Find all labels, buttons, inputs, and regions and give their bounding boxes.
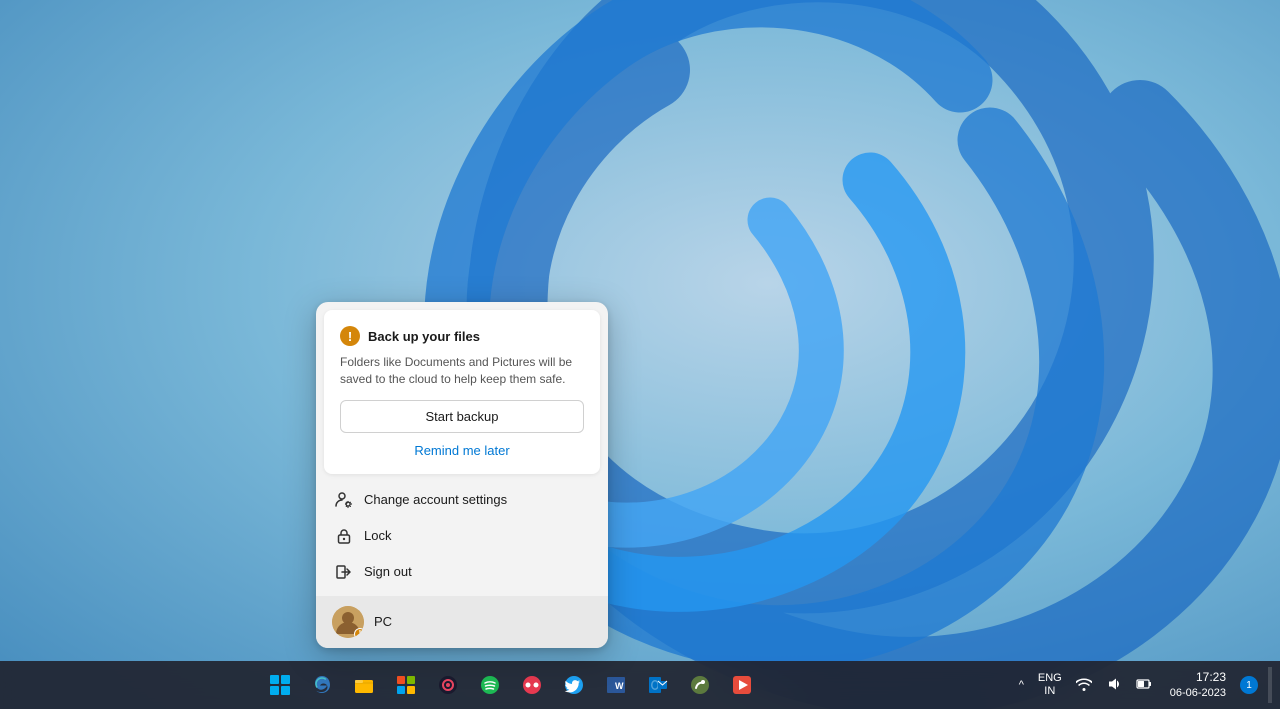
spotify-button[interactable] [470, 665, 510, 705]
change-account-settings-item[interactable]: Change account settings [324, 482, 600, 518]
show-desktop-button[interactable] [1268, 667, 1272, 703]
battery-icon[interactable] [1132, 674, 1156, 697]
lock-item[interactable]: Lock [324, 518, 600, 554]
user-avatar: ! [332, 606, 364, 638]
notification-badge[interactable]: 1 [1240, 676, 1258, 694]
taskbar: W [0, 661, 1280, 709]
taskbar-icons: W [8, 665, 1015, 705]
twitter-button[interactable] [554, 665, 594, 705]
user-popup: ! Back up your files Folders like Docume… [316, 302, 608, 648]
sign-out-item[interactable]: Sign out [324, 554, 600, 590]
desktop-swirl [0, 0, 1280, 709]
system-tray: ^ ENG IN [1015, 667, 1272, 703]
avatar-warning-badge: ! [354, 628, 364, 638]
store-button[interactable] [386, 665, 426, 705]
date-display: 06-06-2023 [1170, 686, 1226, 701]
change-account-settings-label: Change account settings [364, 492, 507, 507]
warning-icon: ! [340, 326, 360, 346]
backup-notice: ! Back up your files Folders like Docume… [324, 310, 600, 474]
remind-later-button[interactable]: Remind me later [340, 439, 584, 462]
start-backup-button[interactable]: Start backup [340, 400, 584, 433]
language-region: IN [1038, 685, 1062, 698]
backup-header: ! Back up your files [340, 326, 584, 346]
svg-text:W: W [615, 681, 624, 691]
edge-button[interactable] [302, 665, 342, 705]
user-name: PC [374, 614, 392, 629]
language-code: ENG [1038, 672, 1062, 685]
clock[interactable]: 17:23 06-06-2023 [1162, 669, 1234, 701]
sign-out-icon [334, 562, 354, 582]
language-indicator[interactable]: ENG IN [1034, 672, 1066, 698]
app5-button[interactable] [428, 665, 468, 705]
desktop: ! Back up your files Folders like Docume… [0, 0, 1280, 709]
lock-label: Lock [364, 528, 391, 543]
app12-button[interactable] [722, 665, 762, 705]
file-explorer-button[interactable] [344, 665, 384, 705]
backup-description: Folders like Documents and Pictures will… [340, 354, 584, 388]
time-display: 17:23 [1170, 669, 1226, 686]
outlook-button[interactable] [638, 665, 678, 705]
sign-out-label: Sign out [364, 564, 412, 579]
menu-section: Change account settings Lock [316, 478, 608, 594]
word-button[interactable]: W [596, 665, 636, 705]
volume-icon[interactable] [1102, 674, 1126, 697]
backup-title: Back up your files [368, 329, 480, 344]
tray-chevron-button[interactable]: ^ [1015, 675, 1028, 695]
person-gear-icon [334, 490, 354, 510]
app11-button[interactable] [680, 665, 720, 705]
wifi-icon[interactable] [1072, 674, 1096, 697]
app7-button[interactable] [512, 665, 552, 705]
lock-icon [334, 526, 354, 546]
user-account-footer[interactable]: ! PC [316, 596, 608, 648]
start-button[interactable] [260, 665, 300, 705]
